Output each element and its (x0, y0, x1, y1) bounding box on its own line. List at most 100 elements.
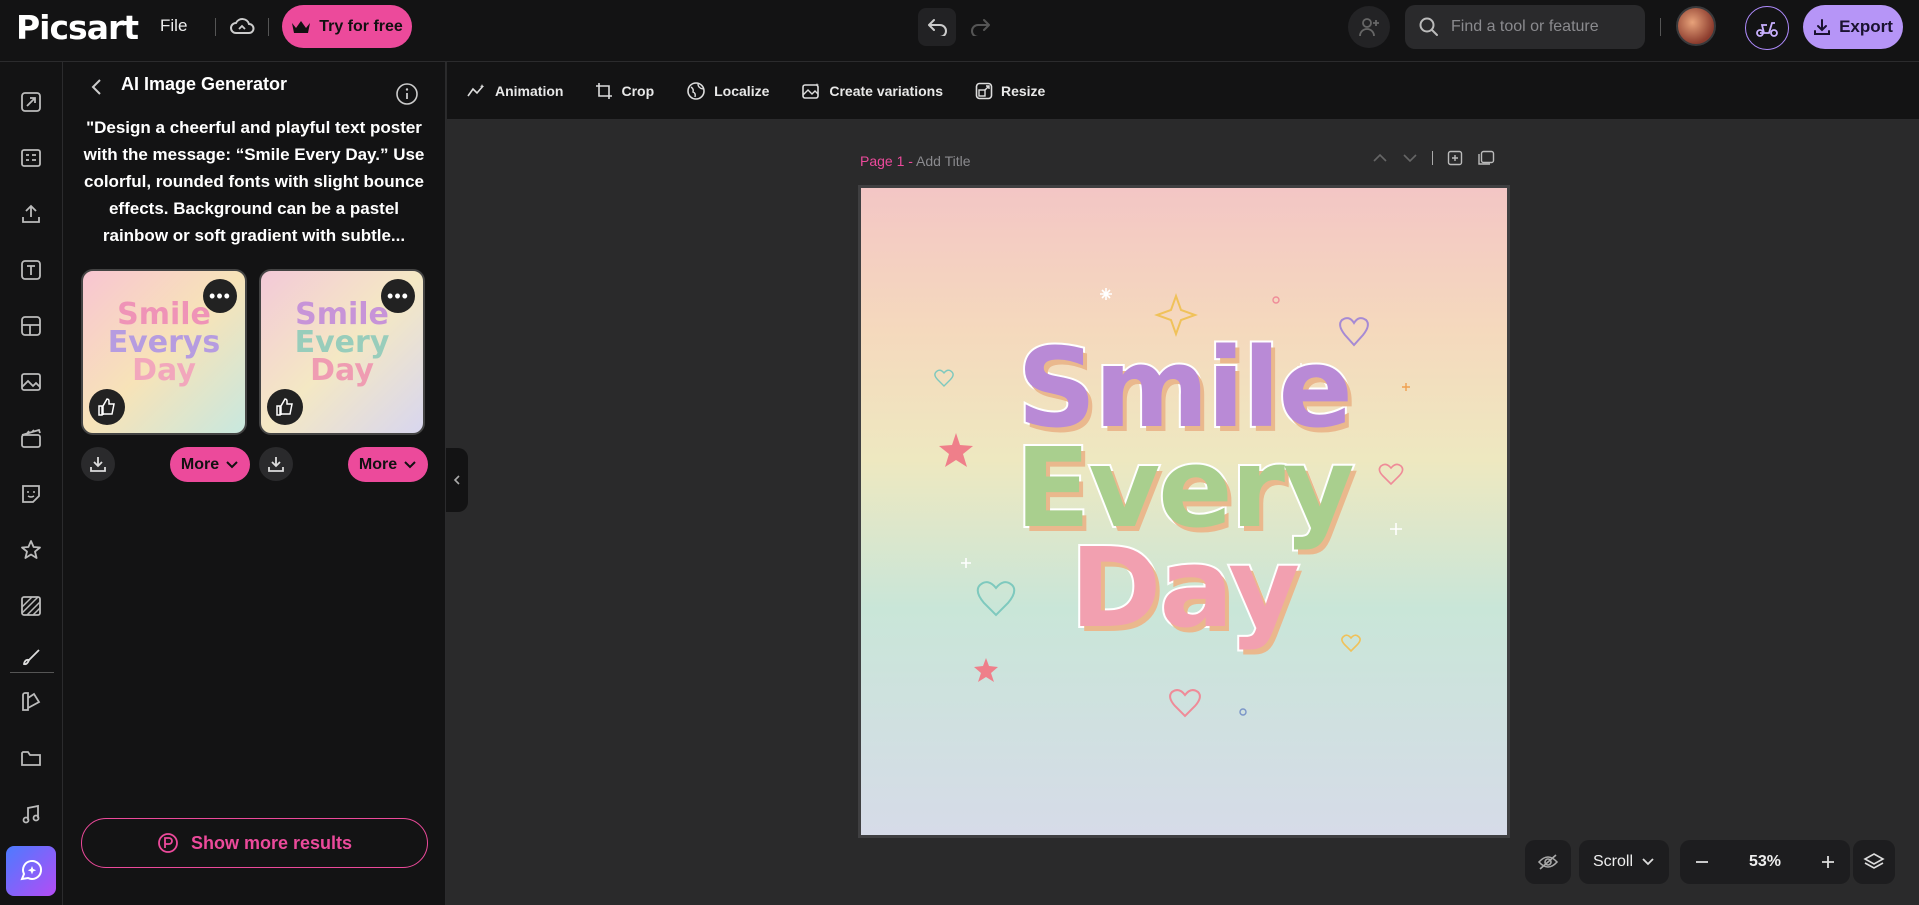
tool-rail (0, 62, 63, 905)
localize-tool[interactable]: Localize (686, 81, 769, 101)
poster-text[interactable]: Smile Every Day (861, 331, 1507, 645)
more-button[interactable]: More (348, 447, 428, 482)
more-options-button[interactable]: ••• (381, 279, 415, 313)
rail-music[interactable] (15, 798, 47, 830)
rail-videos[interactable] (15, 422, 47, 454)
show-more-results-button[interactable]: Show more results (81, 818, 428, 868)
layers-button[interactable] (1853, 840, 1895, 884)
like-button[interactable] (89, 389, 125, 425)
rail-folders[interactable] (15, 742, 47, 774)
delivery-button[interactable] (1745, 6, 1789, 50)
ai-assistant-button[interactable] (6, 846, 56, 896)
invite-user-button[interactable] (1348, 6, 1390, 48)
like-button[interactable] (267, 389, 303, 425)
tool-label: Create variations (829, 82, 943, 99)
scooter-icon (1756, 22, 1778, 37)
resize-tool[interactable]: Resize (975, 82, 1045, 100)
crown-icon (292, 20, 311, 33)
chevron-left-icon (453, 475, 460, 485)
rail-elements[interactable] (15, 310, 47, 342)
cloud-icon[interactable] (228, 14, 256, 40)
zoom-controls: 53% (1680, 840, 1850, 884)
folder-icon (21, 751, 41, 766)
user-avatar[interactable] (1676, 6, 1716, 46)
ellipsis-icon: ••• (209, 285, 231, 306)
more-options-button[interactable]: ••• (203, 279, 237, 313)
rail-brand-kit[interactable] (15, 686, 47, 718)
chevron-down-icon[interactable] (1402, 153, 1418, 163)
download-icon (1814, 19, 1831, 35)
redo-button[interactable] (962, 8, 1000, 46)
resize-box-icon (21, 92, 41, 112)
thumbnail-art: Smile Every Day (261, 300, 423, 388)
page-title-input[interactable]: Add Title (916, 153, 970, 169)
rail-layouts[interactable] (15, 142, 47, 174)
globe-icon (687, 81, 705, 100)
result-thumbnail[interactable]: Smile Everys Day ••• (81, 269, 247, 435)
image-icon (21, 373, 41, 391)
download-icon (90, 457, 106, 472)
duplicate-page-icon[interactable] (1477, 150, 1495, 166)
hide-toggle-button[interactable] (1525, 840, 1571, 884)
file-menu-button[interactable]: File (160, 16, 187, 36)
download-button[interactable] (81, 447, 115, 481)
pattern-icon (21, 596, 41, 616)
zoom-level[interactable]: 53% (1749, 853, 1781, 871)
collapse-panel-button[interactable] (446, 448, 468, 512)
animation-tool[interactable]: Animation (467, 83, 563, 99)
rail-draw[interactable] (15, 642, 47, 674)
rail-templates[interactable] (15, 86, 47, 118)
result-thumbnail[interactable]: Smile Every Day ••• (259, 269, 425, 435)
add-page-icon[interactable] (1447, 150, 1463, 166)
chevron-left-icon (91, 79, 101, 95)
canvas-artboard[interactable]: Smile Every Day (858, 185, 1510, 838)
undo-button[interactable] (918, 8, 956, 46)
search-icon (1419, 17, 1438, 36)
variations-icon (802, 82, 820, 99)
thumb-line: Day (310, 353, 374, 388)
rail-photos[interactable] (15, 366, 47, 398)
back-button[interactable] (89, 76, 103, 103)
thumbnail-art: Smile Everys Day (83, 300, 245, 386)
download-button[interactable] (259, 447, 293, 481)
text-icon (21, 260, 41, 280)
rail-stickers[interactable] (15, 478, 47, 510)
thumbs-up-icon (276, 398, 293, 416)
star-icon (21, 540, 41, 559)
upload-icon (22, 204, 40, 223)
scroll-mode-select[interactable]: Scroll (1579, 840, 1669, 884)
picsart-p-icon (158, 833, 178, 853)
create-variations-tool[interactable]: Create variations (801, 82, 943, 100)
sticker-icon (22, 485, 40, 503)
eye-off-icon (1537, 854, 1559, 870)
try-for-free-label: Try for free (319, 17, 403, 35)
zoom-out-icon[interactable] (1694, 854, 1710, 870)
more-button[interactable]: More (170, 447, 250, 482)
chevron-up-icon[interactable] (1372, 153, 1388, 163)
poster-line-text: Day (1068, 524, 1302, 652)
ellipsis-icon: ••• (387, 285, 409, 306)
page-label: Page 1 - Add Title (860, 153, 971, 169)
layout-icon (21, 149, 41, 167)
rail-text[interactable] (15, 254, 47, 286)
resize-icon (975, 82, 993, 99)
info-button[interactable] (395, 82, 419, 111)
zoom-in-icon[interactable] (1820, 854, 1836, 870)
search-input[interactable] (1451, 18, 1641, 36)
export-button[interactable]: Export (1803, 5, 1903, 49)
search-box[interactable] (1405, 5, 1645, 49)
grid-layout-icon (21, 316, 41, 336)
chevron-down-icon (226, 460, 238, 468)
rail-uploads[interactable] (15, 198, 47, 230)
clapper-icon (21, 428, 41, 448)
crop-tool[interactable]: Crop (595, 82, 654, 100)
more-label: More (180, 455, 220, 473)
try-for-free-button[interactable]: Try for free (282, 5, 412, 48)
rail-backgrounds[interactable] (15, 590, 47, 622)
picsart-logo[interactable]: Picsart (16, 8, 139, 47)
tool-label: Crop (621, 82, 655, 99)
page-number: Page 1 (860, 153, 905, 169)
undo-icon (928, 19, 947, 36)
rail-favorites[interactable] (15, 534, 47, 566)
page-separator: - (904, 153, 917, 169)
